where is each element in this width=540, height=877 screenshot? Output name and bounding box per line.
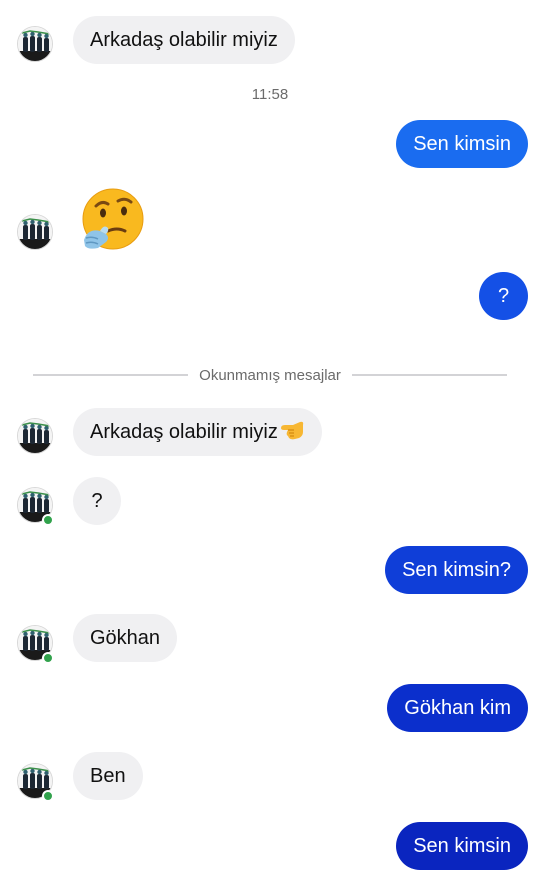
contact-avatar[interactable] [17, 418, 53, 454]
message-text: ? [497, 285, 510, 307]
incoming-message[interactable]: Gökhan [73, 614, 178, 662]
outgoing-message[interactable]: Sen kimsin? [385, 546, 528, 594]
divider-line [351, 374, 508, 376]
outgoing-message[interactable]: Sen kimsin [396, 120, 528, 168]
outgoing-message[interactable]: ? [479, 272, 528, 320]
message-text: Sen kimsin [413, 835, 511, 857]
message-text: Sen kimsin? [402, 559, 511, 581]
unread-messages-divider: Okunmamış mesajlar [33, 365, 508, 385]
online-status-indicator [42, 790, 54, 802]
message-text: ? [91, 490, 103, 512]
contact-avatar[interactable] [17, 26, 53, 62]
message-text: Arkadaş olabilir miyiz [90, 421, 278, 443]
message-text: Sen kimsin [413, 133, 511, 155]
thinking-face-icon[interactable] [80, 188, 146, 254]
message-text: Gökhan [90, 627, 161, 649]
outgoing-message[interactable]: Sen kimsin [396, 822, 528, 870]
message-text: Ben [90, 765, 126, 787]
divider-line [33, 374, 189, 376]
online-status-indicator [42, 652, 54, 664]
incoming-message[interactable]: ? [73, 477, 121, 525]
incoming-message[interactable]: Arkadaş olabilir miyiz [73, 16, 295, 64]
outgoing-message[interactable]: Gökhan kim [387, 684, 528, 732]
incoming-message[interactable]: Arkadaş olabilir miyiz [73, 408, 322, 456]
timestamp-separator: 11:58 [251, 86, 289, 103]
contact-avatar[interactable] [17, 214, 53, 250]
incoming-message[interactable]: Ben [73, 752, 143, 800]
online-status-indicator [42, 514, 54, 526]
message-text: Gökhan kim [404, 697, 511, 719]
unread-messages-label: Okunmamış mesajlar [199, 366, 341, 384]
message-text: Arkadaş olabilir miyiz [90, 29, 278, 51]
pointing-left-hand-icon [279, 411, 305, 440]
